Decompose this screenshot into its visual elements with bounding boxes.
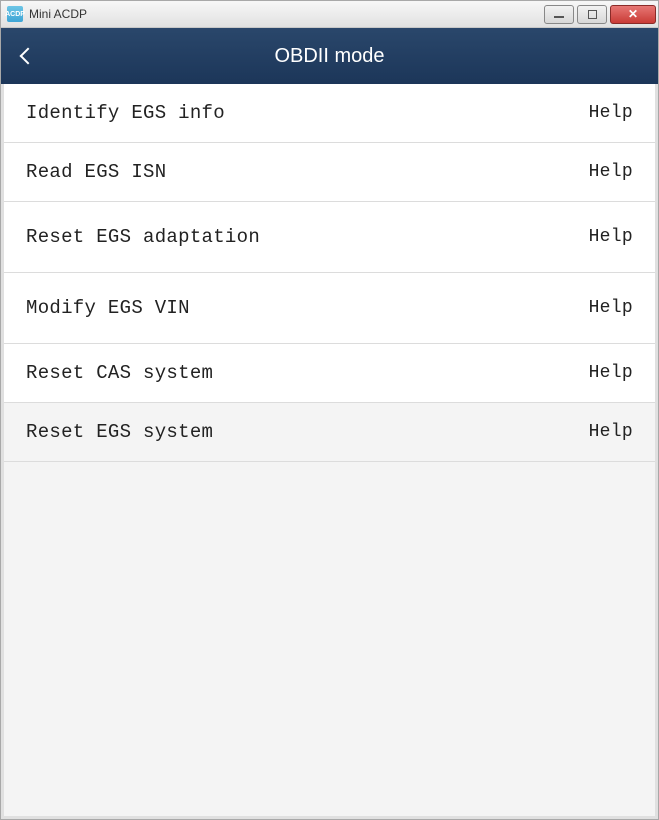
maximize-button[interactable] xyxy=(577,5,607,24)
help-link[interactable]: Help xyxy=(589,363,633,383)
help-link[interactable]: Help xyxy=(589,162,633,182)
minimize-button[interactable] xyxy=(544,5,574,24)
menu-item-label: Identify EGS info xyxy=(26,102,225,124)
app-icon: ACDP xyxy=(7,6,23,22)
menu-item-label: Read EGS ISN xyxy=(26,161,166,183)
page-header: OBDII mode xyxy=(1,28,658,84)
minimize-icon xyxy=(554,16,564,18)
window-controls: ✕ xyxy=(544,5,656,24)
menu-list: Identify EGS info Help Read EGS ISN Help… xyxy=(4,84,655,462)
help-link[interactable]: Help xyxy=(589,298,633,318)
menu-item-reset-egs-system[interactable]: Reset EGS system Help xyxy=(4,403,655,462)
help-link[interactable]: Help xyxy=(589,227,633,247)
menu-item-identify-egs-info[interactable]: Identify EGS info Help xyxy=(4,84,655,143)
close-button[interactable]: ✕ xyxy=(610,5,656,24)
maximize-icon xyxy=(588,10,597,19)
help-link[interactable]: Help xyxy=(589,103,633,123)
content-area: Identify EGS info Help Read EGS ISN Help… xyxy=(1,84,658,819)
menu-item-reset-egs-adaptation[interactable]: Reset EGS adaptation Help xyxy=(4,202,655,273)
close-icon: ✕ xyxy=(628,8,638,20)
menu-item-label: Reset EGS adaptation xyxy=(26,226,260,248)
menu-item-read-egs-isn[interactable]: Read EGS ISN Help xyxy=(4,143,655,202)
app-window: ACDP Mini ACDP ✕ OBDII mode Identify EGS… xyxy=(0,0,659,820)
menu-item-label: Reset CAS system xyxy=(26,362,213,384)
menu-item-label: Reset EGS system xyxy=(26,421,213,443)
menu-item-modify-egs-vin[interactable]: Modify EGS VIN Help xyxy=(4,273,655,344)
menu-item-label: Modify EGS VIN xyxy=(26,297,190,319)
window-title: Mini ACDP xyxy=(29,7,544,21)
titlebar: ACDP Mini ACDP ✕ xyxy=(1,1,658,28)
page-title: OBDII mode xyxy=(1,45,658,68)
back-button[interactable] xyxy=(1,28,51,84)
chevron-left-icon xyxy=(20,48,37,65)
menu-item-reset-cas-system[interactable]: Reset CAS system Help xyxy=(4,344,655,403)
help-link[interactable]: Help xyxy=(589,422,633,442)
